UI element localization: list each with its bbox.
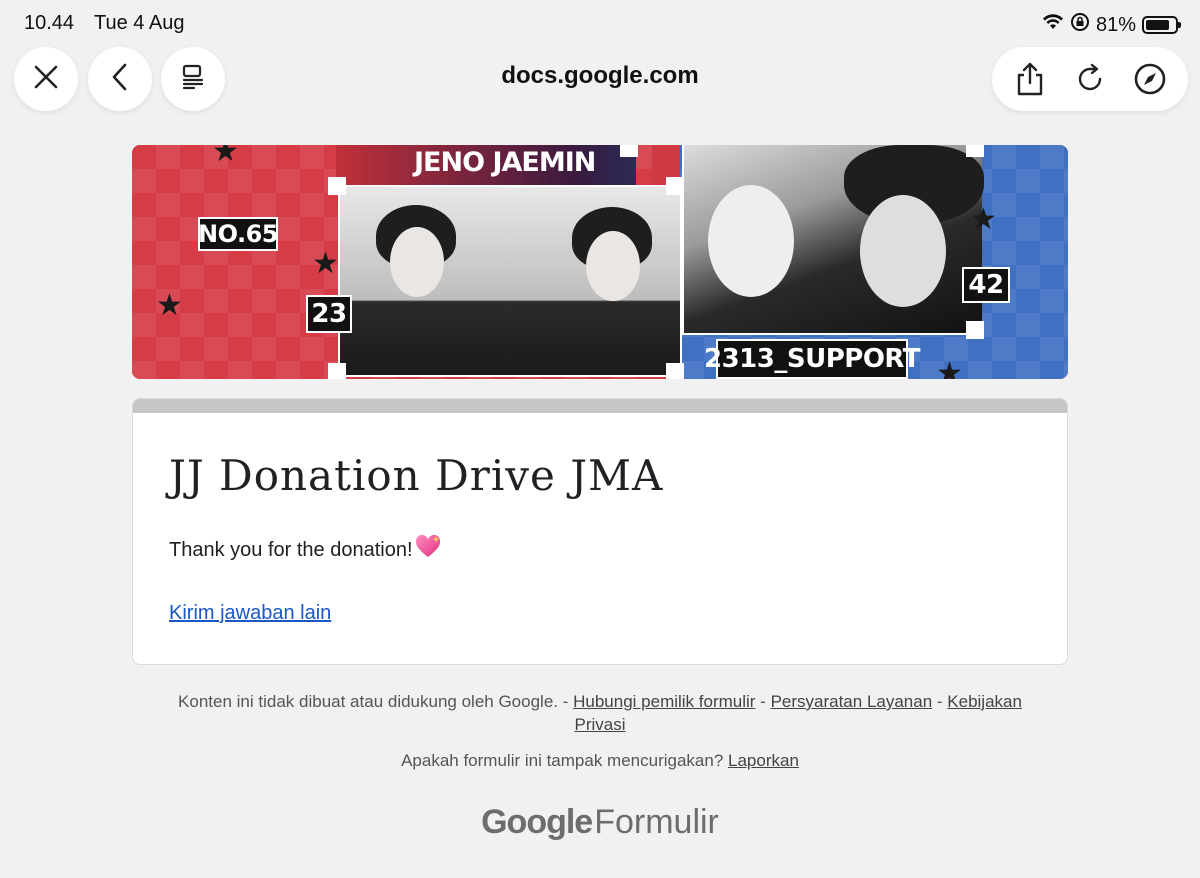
suspicious-text: Apakah formulir ini tampak mencurigakan? [401, 751, 729, 770]
compass-icon[interactable] [1126, 55, 1174, 103]
card-top-accent [133, 399, 1067, 413]
banner-corner-handle [328, 363, 346, 379]
star-icon: ★ [970, 203, 997, 236]
banner-tag-42: 42 [962, 267, 1010, 303]
banner-corner-handle [966, 145, 984, 157]
banner-corner-handle [666, 363, 684, 379]
toolbar-actions [992, 47, 1188, 111]
status-bar: 10.44 Tue 4 Aug 81% [0, 0, 1200, 46]
wifi-icon [1042, 13, 1064, 37]
status-date: Tue 4 Aug [94, 12, 185, 34]
star-icon: ★ [156, 289, 183, 322]
banner-corner-handle [966, 321, 984, 339]
banner-tag-23: 23 [306, 295, 352, 333]
submit-another-response-link[interactable]: Kirim jawaban lain [169, 602, 331, 625]
footer-disclaimer: Konten ini tidak dibuat atau didukung ol… [160, 690, 1040, 736]
banner-tag-support: 2313_SUPPORT [704, 339, 921, 379]
battery-fill [1146, 20, 1169, 30]
reload-icon[interactable] [1066, 55, 1114, 103]
battery-percent: 81% [1095, 13, 1136, 36]
banner-corner-handle [620, 145, 638, 157]
banner-title: JENO JAEMIN [414, 147, 596, 178]
google-forms-logo[interactable]: GoogleFormulir [0, 803, 1200, 842]
forms-wordmark: Formulir [594, 803, 719, 841]
separator: - [755, 692, 771, 711]
rotation-lock-icon [1070, 12, 1090, 38]
form-title: JJ Donation Drive JMA [169, 451, 664, 500]
banner-corner-handle [328, 177, 346, 195]
form-header-banner: JENO JAEMIN NO.65 23 42 2313_SUPPORT ★ ★… [132, 145, 1068, 379]
banner-tag-no: NO.65 [198, 217, 279, 251]
google-wordmark: Google [481, 803, 593, 841]
star-icon: ★ [936, 357, 963, 380]
status-time: 10.44 [24, 12, 75, 34]
terms-of-service-link[interactable]: Persyaratan Layanan [771, 692, 933, 711]
confirmation-message-text: Thank you for the donation! [169, 539, 413, 561]
share-icon[interactable] [1006, 55, 1054, 103]
contact-owner-link[interactable]: Hubungi pemilik formulir [573, 692, 755, 711]
battery-icon [1142, 16, 1181, 34]
status-icons: 81% [1042, 12, 1181, 38]
banner-photo-left [338, 185, 682, 377]
disclaimer-text: Konten ini tidak dibuat atau didukung ol… [178, 692, 574, 711]
separator: - [932, 692, 948, 711]
banner-photo-right [682, 145, 984, 335]
confirmation-message: Thank you for the donation! [169, 534, 440, 562]
footer-report: Apakah formulir ini tampak mencurigakan?… [0, 751, 1200, 771]
report-link[interactable]: Laporkan [728, 751, 799, 770]
sparkling-heart-icon [415, 534, 440, 557]
confirmation-card: JJ Donation Drive JMA Thank you for the … [132, 398, 1068, 665]
star-icon: ★ [212, 145, 239, 168]
banner-corner-handle [666, 177, 684, 195]
star-icon: ★ [312, 247, 339, 280]
